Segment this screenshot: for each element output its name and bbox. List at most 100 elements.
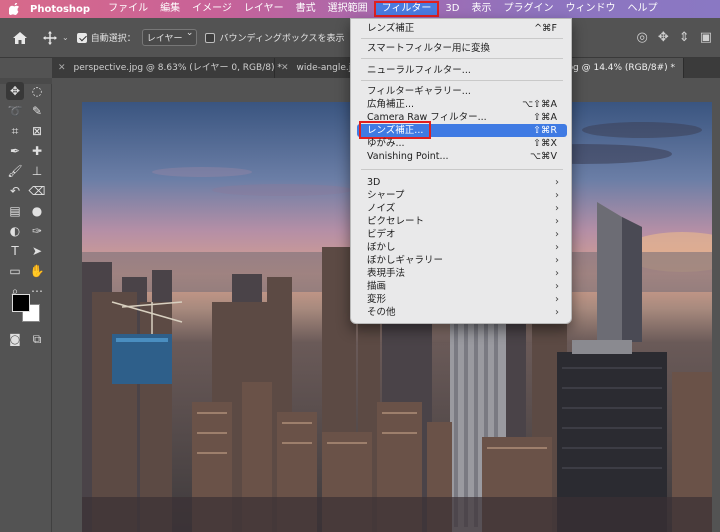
pan-3d-icon[interactable]: ✥ — [658, 30, 669, 45]
auto-select-checkbox[interactable] — [76, 32, 87, 43]
menu-file[interactable]: ファイル — [102, 1, 154, 17]
menu-filter[interactable]: フィルター — [373, 1, 440, 17]
menu-image[interactable]: イメージ — [186, 1, 238, 17]
frame-tool-icon[interactable]: ⊠ — [28, 122, 46, 140]
menu-item-last-filter[interactable]: レンズ補正 ^⌘F — [357, 22, 567, 35]
menu-item-label: フィルターギャラリー... — [367, 86, 471, 97]
tab-wide-angle[interactable]: ✕ wide-angle.jpg — [275, 58, 363, 78]
bounding-box-label: バウンディングボックスを表示 — [219, 34, 345, 44]
move-tool-icon[interactable]: ✥ — [6, 82, 24, 100]
chevron-right-icon: › — [555, 281, 559, 292]
apple-icon[interactable] — [8, 3, 20, 15]
submenu-distort[interactable]: 変形 › — [357, 293, 567, 306]
path-select-tool-icon[interactable]: ➤ — [28, 242, 46, 260]
menu-item-liquify[interactable]: ゆがみ... ⇧⌘X — [357, 137, 567, 150]
menu-item-label: 変形 — [367, 294, 387, 305]
more-tools-icon[interactable]: ⋯ — [28, 282, 46, 300]
menu-select[interactable]: 選択範囲 — [322, 1, 374, 17]
quick-mask-icon[interactable]: ◙ — [6, 330, 24, 348]
submenu-sharpen[interactable]: シャープ › — [357, 189, 567, 202]
tab-label: perspective.jpg @ 8.63% (レイヤー 0, RGB/8) … — [73, 63, 282, 73]
home-icon[interactable] — [12, 31, 28, 45]
close-icon[interactable]: ✕ — [58, 58, 66, 78]
quick-select-tool-icon[interactable]: ✎ — [28, 102, 46, 120]
type-tool-icon[interactable]: T — [6, 242, 24, 260]
menu-3d[interactable]: 3D — [439, 1, 465, 17]
menu-view[interactable]: 表示 — [465, 1, 497, 17]
chevron-right-icon: › — [555, 242, 559, 253]
menu-type[interactable]: 書式 — [290, 1, 322, 17]
dodge-tool-icon[interactable]: ◐ — [6, 222, 24, 240]
history-brush-tool-icon[interactable]: ↶ — [6, 182, 24, 200]
menu-item-label: ぼかしギャラリー — [367, 255, 444, 266]
menu-item-label: ぼかし — [367, 242, 396, 253]
move-tool-icon[interactable] — [42, 30, 58, 46]
bounding-box-checkbox[interactable] — [205, 32, 216, 43]
menu-item-label: 3D — [367, 177, 381, 188]
menu-item-label: 描画 — [367, 281, 387, 292]
submenu-blur[interactable]: ぼかし › — [357, 241, 567, 254]
menu-layer[interactable]: レイヤー — [238, 1, 290, 17]
menu-item-adaptive-wide-angle[interactable]: 広角補正... ⌥⇧⌘A — [357, 98, 567, 111]
menu-item-label: 広角補正... — [367, 99, 415, 110]
submenu-3d[interactable]: 3D › — [357, 176, 567, 189]
chevron-right-icon: › — [555, 294, 559, 305]
menu-item-label: ニューラルフィルター... — [367, 65, 471, 76]
menu-item-shortcut: ⇧⌘A — [533, 112, 557, 123]
screen-mode-icon[interactable]: ⧉ — [28, 330, 46, 348]
gradient-tool-icon[interactable]: ▤ — [6, 202, 24, 220]
menu-separator — [361, 38, 563, 39]
menu-window[interactable]: ウィンドウ — [559, 1, 621, 17]
menu-item-label: シャープ — [367, 190, 405, 201]
crop-tool-icon[interactable]: ⌗ — [6, 122, 24, 140]
menu-item-shortcut: ⌥⌘V — [530, 151, 557, 162]
menu-item-neural-filters[interactable]: ニューラルフィルター... — [357, 64, 567, 77]
menu-item-vanishing-point[interactable]: Vanishing Point... ⌥⌘V — [357, 150, 567, 163]
menu-separator — [361, 80, 563, 81]
submenu-blur-gallery[interactable]: ぼかしギャラリー › — [357, 254, 567, 267]
menu-help[interactable]: ヘルプ — [621, 1, 663, 17]
menu-plugins[interactable]: プラグイン — [497, 1, 559, 17]
submenu-video[interactable]: ビデオ › — [357, 228, 567, 241]
menu-separator — [361, 58, 563, 59]
video-3d-icon[interactable]: ▣ — [700, 30, 712, 45]
brush-tool-icon[interactable]: 🖌 — [6, 162, 24, 180]
chevron-right-icon: › — [555, 216, 559, 227]
healing-brush-tool-icon[interactable]: ✚ — [28, 142, 46, 160]
chevron-right-icon: › — [555, 190, 559, 201]
blur-tool-icon[interactable]: ● — [28, 202, 46, 220]
eyedropper-tool-icon[interactable]: ✒ — [6, 142, 24, 160]
menu-edit[interactable]: 編集 — [154, 1, 186, 17]
menu-item-filter-gallery[interactable]: フィルターギャラリー... — [357, 85, 567, 98]
menu-item-shortcut: ⌥⇧⌘A — [522, 99, 557, 110]
tab-perspective[interactable]: ✕ perspective.jpg @ 8.63% (レイヤー 0, RGB/8… — [52, 58, 282, 78]
foreground-color-swatch[interactable] — [12, 294, 30, 312]
pen-tool-icon[interactable]: ✑ — [28, 222, 46, 240]
submenu-render[interactable]: 描画 › — [357, 280, 567, 293]
chevron-down-icon[interactable]: ⌄ — [62, 33, 69, 42]
app-name-menu[interactable]: Photoshop — [30, 4, 90, 15]
3d-mode-icons: ◎ ✥ ⇕ ▣ — [637, 30, 712, 45]
close-icon[interactable]: ✕ — [281, 58, 289, 78]
tab-label: n.jpg @ 14.4% (RGB/8#) * — [556, 63, 675, 73]
marquee-tool-icon[interactable]: ◌ — [28, 82, 46, 100]
menu-item-convert-smart-filter[interactable]: スマートフィルター用に変換 — [357, 42, 567, 55]
menu-item-label: ノイズ — [367, 203, 396, 214]
submenu-noise[interactable]: ノイズ › — [357, 202, 567, 215]
submenu-other[interactable]: その他 › — [357, 306, 567, 319]
slide-3d-icon[interactable]: ⇕ — [679, 30, 690, 45]
auto-select-dropdown[interactable]: レイヤー — [141, 28, 198, 46]
stamp-tool-icon[interactable]: ⊥ — [28, 162, 46, 180]
menu-item-label: ビデオ — [367, 229, 396, 240]
lasso-tool-icon[interactable]: ➰ — [6, 102, 24, 120]
menu-separator — [361, 169, 563, 170]
submenu-pixelate[interactable]: ピクセレート › — [357, 215, 567, 228]
hand-tool-icon[interactable]: ✋ — [28, 262, 46, 280]
submenu-stylize[interactable]: 表現手法 › — [357, 267, 567, 280]
menu-item-shortcut: ⇧⌘X — [533, 138, 557, 149]
shape-tool-icon[interactable]: ▭ — [6, 262, 24, 280]
eraser-tool-icon[interactable]: ⌫ — [28, 182, 46, 200]
menu-item-lens-correction[interactable]: レンズ補正... ⇧⌘R — [357, 121, 567, 139]
orbit-3d-icon[interactable]: ◎ — [637, 30, 648, 45]
menu-item-label: Vanishing Point... — [367, 151, 449, 162]
